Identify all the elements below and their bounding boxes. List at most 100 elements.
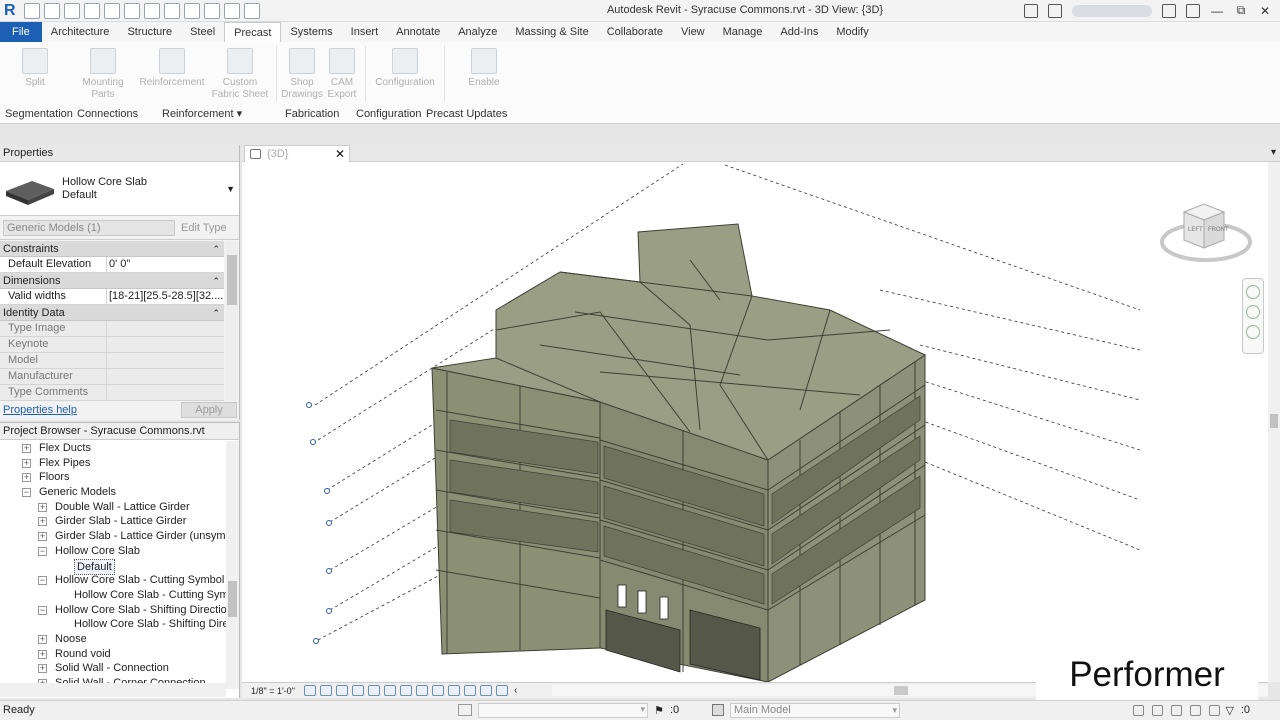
cart-icon[interactable]: [1162, 3, 1176, 18]
lock-3d-icon[interactable]: [416, 685, 428, 696]
tree-node[interactable]: + Solid Wall - Corner Connection: [0, 676, 226, 683]
panel-precast-updates[interactable]: Precast Updates: [421, 106, 512, 122]
tree-node[interactable]: − Hollow Core Slab - Shifting Direction: [0, 603, 226, 618]
close-hidden-icon[interactable]: [224, 3, 240, 19]
chevron-down-icon[interactable]: ▾: [1271, 147, 1276, 158]
expand-icon[interactable]: +: [38, 634, 47, 644]
chevron-down-icon[interactable]: ▾: [640, 704, 645, 715]
tree-node[interactable]: Hollow Core Slab - Cutting Symbo: [0, 588, 226, 603]
highlight-displacement-icon[interactable]: [496, 685, 508, 696]
collapse-icon[interactable]: −: [38, 605, 47, 615]
property-value[interactable]: [107, 337, 224, 352]
property-value-default-elevation[interactable]: 0' 0": [107, 257, 224, 272]
tree-node[interactable]: Default: [0, 558, 226, 576]
property-value[interactable]: [107, 369, 224, 384]
tree-node[interactable]: − Generic Models: [0, 485, 226, 500]
close-icon[interactable]: ✕: [335, 146, 345, 162]
group-identity-data[interactable]: Identity Data ⌃: [0, 305, 224, 321]
undo-icon[interactable]: [84, 3, 100, 19]
minimize-button[interactable]: —: [1210, 4, 1224, 18]
revit-logo-icon[interactable]: R: [4, 2, 20, 20]
detail-level-icon[interactable]: [304, 685, 316, 696]
tab-structure[interactable]: Structure: [118, 22, 181, 42]
tree-node[interactable]: + Flex Ducts: [0, 441, 226, 456]
tab-steel[interactable]: Steel: [181, 22, 224, 42]
expand-icon[interactable]: +: [22, 458, 31, 468]
3d-view-canvas[interactable]: [242, 162, 1268, 683]
user-icon[interactable]: [1048, 3, 1062, 18]
tab-systems[interactable]: Systems: [281, 22, 341, 42]
tab-view[interactable]: View: [672, 22, 714, 42]
select-by-face-icon[interactable]: [1190, 705, 1201, 716]
workset-dropdown[interactable]: ▾: [478, 703, 648, 718]
enable-button[interactable]: Enable: [449, 46, 519, 102]
expand-icon[interactable]: +: [38, 664, 47, 674]
tree-node[interactable]: Hollow Core Slab - Shifting Direct: [0, 617, 226, 632]
panel-reinforcement[interactable]: Reinforcement ▾: [158, 106, 280, 122]
mounting-parts-button[interactable]: Mounting Parts: [70, 46, 136, 102]
select-links-icon[interactable]: [1133, 705, 1144, 716]
collapse-icon[interactable]: ⌃: [212, 305, 220, 321]
account-name-field[interactable]: [1072, 4, 1152, 17]
chevron-down-icon[interactable]: ▼: [226, 184, 235, 194]
tab-analyze[interactable]: Analyze: [449, 22, 506, 42]
help-icon[interactable]: [1186, 3, 1200, 18]
save-icon[interactable]: [44, 3, 60, 19]
tree-node[interactable]: + Double Wall - Lattice Girder: [0, 500, 226, 515]
tree-node[interactable]: − Hollow Core Slab: [0, 544, 226, 559]
edit-type-button[interactable]: Edit Type: [181, 222, 227, 234]
property-value[interactable]: [107, 321, 224, 336]
tab-collaborate[interactable]: Collaborate: [598, 22, 672, 42]
crop-region-icon[interactable]: [400, 685, 412, 696]
property-value[interactable]: [107, 353, 224, 368]
tree-node[interactable]: + Solid Wall - Connection: [0, 661, 226, 676]
crop-view-icon[interactable]: [384, 685, 396, 696]
view-scale[interactable]: 1/8" = 1'-0": [242, 686, 304, 696]
cam-export-button[interactable]: CAM Export: [323, 46, 361, 102]
panel-segmentation[interactable]: Segmentation: [0, 106, 73, 122]
drag-elements-icon[interactable]: [1209, 705, 1220, 716]
chevron-left-icon[interactable]: ‹: [514, 685, 517, 696]
panel-configuration[interactable]: Configuration: [351, 106, 421, 122]
workset-icon[interactable]: [458, 704, 472, 716]
panel-fabrication[interactable]: Fabrication: [280, 106, 351, 122]
redo-icon[interactable]: [104, 3, 120, 19]
tab-file[interactable]: File: [0, 22, 42, 42]
filter-icon[interactable]: ▽: [1226, 704, 1234, 717]
sync-icon[interactable]: [64, 3, 80, 19]
restore-button[interactable]: ⧉: [1234, 3, 1248, 18]
design-options-icon[interactable]: [712, 704, 724, 716]
tree-node[interactable]: + Girder Slab - Lattice Girder (unsymme: [0, 529, 226, 544]
scrollbar-thumb[interactable]: [894, 686, 908, 695]
tree-node[interactable]: + Noose: [0, 632, 226, 647]
tree-node[interactable]: + Flex Pipes: [0, 456, 226, 471]
worksharing-display-icon[interactable]: [464, 685, 476, 696]
configuration-button[interactable]: Configuration: [370, 46, 440, 102]
tree-node[interactable]: + Round void: [0, 647, 226, 662]
browser-hscrollbar[interactable]: [0, 683, 226, 697]
zoom-icon[interactable]: [1246, 305, 1260, 319]
tree-node[interactable]: + Floors: [0, 470, 226, 485]
panel-connections[interactable]: Connections: [72, 106, 158, 122]
expand-icon[interactable]: +: [38, 517, 47, 527]
design-option-dropdown[interactable]: Main Model ▾: [730, 703, 900, 718]
expand-icon[interactable]: +: [38, 532, 47, 542]
group-dimensions[interactable]: Dimensions ⌃: [0, 273, 224, 289]
tab-manage[interactable]: Manage: [714, 22, 772, 42]
group-constraints[interactable]: Constraints ⌃: [0, 241, 224, 257]
browser-scrollbar[interactable]: [226, 441, 239, 689]
temporary-hide-icon[interactable]: [432, 685, 444, 696]
print-icon[interactable]: [124, 3, 140, 19]
collapse-icon[interactable]: −: [38, 576, 47, 586]
expand-icon[interactable]: +: [38, 649, 47, 659]
select-pinned-icon[interactable]: [1171, 705, 1182, 716]
scrollbar-thumb[interactable]: [228, 581, 237, 617]
expand-icon[interactable]: +: [22, 444, 31, 453]
tree-node[interactable]: + Girder Slab - Lattice Girder: [0, 514, 226, 529]
rendering-icon[interactable]: [368, 685, 380, 696]
custom-fabric-sheet-button[interactable]: Custom Fabric Sheet: [208, 46, 272, 102]
chevron-down-icon[interactable]: ▾: [892, 704, 897, 717]
shop-drawings-button[interactable]: Shop Drawings: [281, 46, 323, 102]
properties-scrollbar[interactable]: [226, 241, 238, 401]
tab-add-ins[interactable]: Add-Ins: [771, 22, 827, 42]
